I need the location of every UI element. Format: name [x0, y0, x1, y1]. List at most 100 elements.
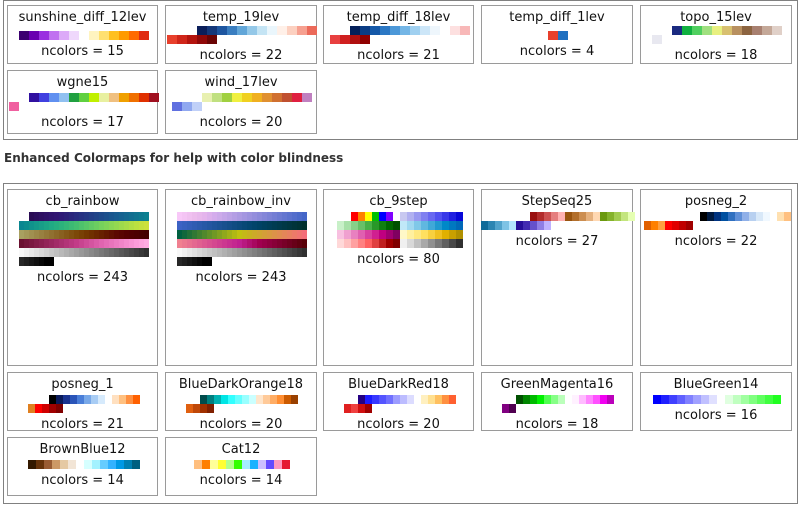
color-swatch [372, 221, 379, 230]
color-swatch [442, 221, 449, 230]
color-swatch [19, 31, 29, 40]
color-swatch [544, 395, 551, 404]
color-swatch [714, 212, 721, 221]
colormap-card-brownblue12: BrownBlue12 ncolors = 14 [7, 437, 158, 496]
color-swatch [669, 395, 677, 404]
color-swatch [119, 395, 126, 404]
color-swatch [762, 26, 772, 35]
color-swatch [29, 93, 39, 102]
color-swatch [456, 239, 463, 248]
color-swatch [516, 221, 523, 230]
color-swatch [144, 248, 149, 257]
color-swatch [733, 395, 741, 404]
colormap-name: temp_diff_18lev [346, 10, 451, 25]
color-swatch [351, 212, 358, 221]
ncolors-label: ncolors = 20 [357, 417, 440, 432]
color-swatch [358, 395, 365, 404]
color-swatch [379, 221, 386, 230]
color-swatch [593, 395, 600, 404]
color-swatch [456, 221, 463, 230]
color-swatch [449, 239, 456, 248]
color-swatch [721, 212, 728, 221]
color-swatch [222, 93, 232, 102]
color-swatch [139, 93, 149, 102]
color-swatch [700, 212, 707, 221]
ncolors-label: ncolors = 27 [515, 234, 599, 249]
color-swatch [59, 31, 69, 40]
color-swatch [129, 93, 139, 102]
color-swatch [742, 26, 752, 35]
colormap-name: sunshine_diff_12lev [18, 10, 147, 25]
color-swatch [99, 93, 109, 102]
color-swatch [414, 230, 421, 239]
color-swatch [207, 257, 212, 266]
color-swatch [442, 212, 449, 221]
color-swatch [600, 395, 607, 404]
colormap-card-bluedarkorange18: BlueDarkOrange18 ncolors = 20 [165, 372, 317, 432]
color-swatch [144, 221, 149, 230]
color-swatch [49, 31, 59, 40]
color-swatch [658, 221, 665, 230]
color-swatch [537, 395, 544, 404]
color-swatch [579, 212, 586, 221]
color-swatch [270, 395, 277, 404]
color-swatch [302, 221, 307, 230]
ncolors-label: ncolors = 243 [37, 270, 128, 285]
colormap-name: BlueGreen14 [673, 377, 759, 392]
color-swatch [393, 239, 400, 248]
color-swatch [653, 395, 661, 404]
color-swatch [287, 26, 297, 35]
colormap-name: Cat12 [221, 442, 261, 457]
colormap-card-cb-rainbow: cb_rainbow ncolors = 243 [7, 189, 158, 366]
colormap-card-stepseq25: StepSeq25 ncolors = 27 [481, 189, 635, 366]
color-swatch [297, 26, 307, 35]
color-swatch [548, 31, 558, 40]
color-swatch [79, 93, 89, 102]
color-swatch [56, 404, 63, 413]
color-swatch [109, 93, 119, 102]
color-swatch [741, 395, 749, 404]
color-swatch [119, 93, 129, 102]
color-swatch [232, 93, 242, 102]
color-swatch [228, 395, 235, 404]
color-swatch [386, 221, 393, 230]
colormap-name: BrownBlue12 [39, 442, 126, 457]
color-swatch [350, 35, 360, 44]
color-swatch [749, 395, 757, 404]
color-swatch [652, 35, 662, 44]
color-swatch [379, 230, 386, 239]
color-swatch [460, 26, 470, 35]
colormap-card-wind-17lev: wind_17lev ncolors = 20 [165, 70, 317, 134]
color-swatch [274, 460, 282, 469]
color-swatch [192, 102, 202, 111]
color-swatch [449, 230, 456, 239]
color-swatch [89, 93, 99, 102]
colormap-card-cb-9step: cb_9step ncolors = 80 [323, 189, 474, 366]
color-swatch [108, 460, 116, 469]
color-swatch [516, 395, 523, 404]
color-swatch [200, 404, 207, 413]
color-swatch [89, 31, 99, 40]
color-swatch [99, 31, 109, 40]
color-swatch [282, 460, 290, 469]
color-swatch [732, 26, 742, 35]
color-swatch [407, 230, 414, 239]
color-swatch [42, 404, 49, 413]
color-swatch [386, 395, 393, 404]
color-swatch [393, 230, 400, 239]
color-swatch [420, 26, 430, 35]
color-swatch [393, 395, 400, 404]
color-swatch [530, 395, 537, 404]
color-swatch [372, 212, 379, 221]
color-swatch [133, 395, 140, 404]
color-swatch [84, 395, 91, 404]
colormap-card-temp-19lev: temp_19lev ncolors = 22 [165, 5, 317, 64]
color-swatch [400, 221, 407, 230]
color-swatch [544, 221, 551, 230]
color-swatch [456, 212, 463, 221]
color-swatch [435, 239, 442, 248]
color-swatch [735, 212, 742, 221]
color-swatch [600, 212, 607, 221]
color-swatch [257, 26, 267, 35]
color-swatch [400, 230, 407, 239]
